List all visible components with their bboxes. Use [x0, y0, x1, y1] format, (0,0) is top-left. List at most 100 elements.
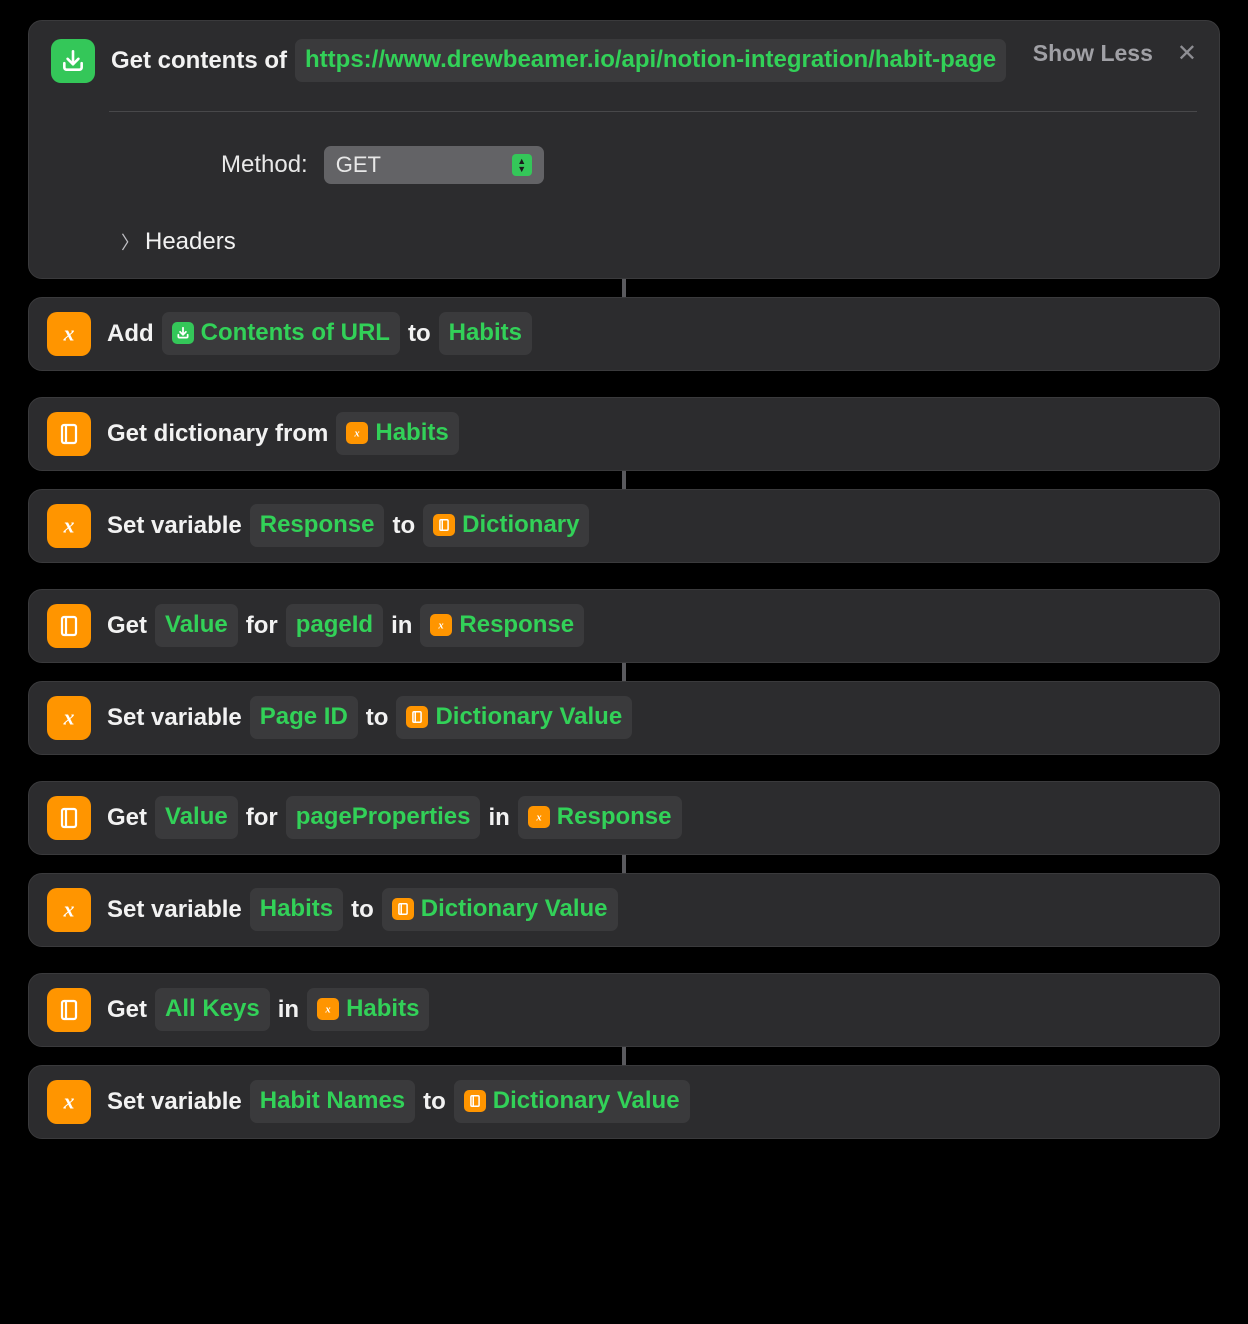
dictionary-value-token[interactable]: Dictionary Value: [382, 888, 618, 931]
method-select[interactable]: GET ▲▼: [324, 146, 544, 184]
action-title: Get All Keys in x Habits: [107, 988, 1201, 1031]
response-token[interactable]: x Response: [420, 604, 584, 647]
action-prefix-text: Set variable: [107, 508, 242, 544]
action-title: Set variable Response to Dictionary: [107, 504, 1201, 547]
word-in: in: [391, 608, 412, 644]
svg-text:x: x: [438, 621, 444, 632]
show-less-button[interactable]: Show Less: [1033, 40, 1153, 67]
response-token[interactable]: Response: [250, 504, 385, 547]
action-prefix-text: Set variable: [107, 700, 242, 736]
connector: [28, 1047, 1220, 1065]
dictionary-icon: [464, 1090, 486, 1112]
word-to: to: [423, 1084, 446, 1120]
habits-token[interactable]: x Habits: [307, 988, 429, 1031]
action-set-variable-habit-names[interactable]: x Set variable Habit Names to Dictionary…: [28, 1065, 1220, 1139]
dictionary-icon: [406, 706, 428, 728]
word-in: in: [488, 800, 509, 836]
habit-names-token[interactable]: Habit Names: [250, 1080, 415, 1123]
word-for: for: [246, 608, 278, 644]
download-icon: [172, 322, 194, 344]
word-in: in: [278, 992, 299, 1028]
word-for: for: [246, 800, 278, 836]
url-token[interactable]: https://www.drewbeamer.io/api/notion-int…: [295, 39, 1006, 82]
method-row: Method: GET ▲▼: [221, 146, 1197, 184]
action-header-row: Get contents of https://www.drewbeamer.i…: [51, 39, 1197, 83]
variable-x-icon: x: [47, 888, 91, 932]
svg-text:x: x: [63, 322, 75, 346]
chevron-up-down-icon: ▲▼: [512, 154, 532, 176]
variable-x-icon: x: [430, 614, 452, 636]
svg-text:x: x: [324, 1005, 330, 1016]
contents-of-url-token[interactable]: Contents of URL: [162, 312, 400, 355]
card-controls: Show Less ✕: [1033, 39, 1197, 68]
dictionary-value-token[interactable]: Dictionary Value: [396, 696, 632, 739]
headers-expander[interactable]: 〉 Headers: [121, 228, 1197, 256]
svg-text:x: x: [535, 813, 541, 824]
pageproperties-token[interactable]: pageProperties: [286, 796, 481, 839]
action-add-to-variable[interactable]: x Add Contents of URL to Habits: [28, 297, 1220, 371]
variable-x-icon: x: [47, 1080, 91, 1124]
habits-token[interactable]: Habits: [439, 312, 532, 355]
action-title: Get dictionary from x Habits: [107, 412, 1201, 455]
dictionary-token[interactable]: Dictionary: [423, 504, 589, 547]
dictionary-icon: [433, 514, 455, 536]
word-to: to: [366, 700, 389, 736]
svg-text:x: x: [63, 514, 75, 538]
action-title: Set variable Page ID to Dictionary Value: [107, 696, 1201, 739]
action-get-contents-of-url[interactable]: Get contents of https://www.drewbeamer.i…: [28, 20, 1220, 279]
dictionary-icon: [47, 604, 91, 648]
action-title: Get Value for pageId in x Response: [107, 604, 1201, 647]
dictionary-value-token[interactable]: Dictionary Value: [454, 1080, 690, 1123]
action-set-variable-habits[interactable]: x Set variable Habits to Dictionary Valu…: [28, 873, 1220, 947]
word-get: Get: [107, 608, 147, 644]
variable-x-icon: x: [47, 696, 91, 740]
word-to: to: [408, 316, 431, 352]
connector: [28, 855, 1220, 873]
action-get-dictionary[interactable]: Get dictionary from x Habits: [28, 397, 1220, 471]
action-prefix-text: Set variable: [107, 892, 242, 928]
variable-x-icon: x: [317, 998, 339, 1020]
habits-token[interactable]: x Habits: [336, 412, 458, 455]
habits-token[interactable]: Habits: [250, 888, 343, 931]
action-get-all-keys[interactable]: Get All Keys in x Habits: [28, 973, 1220, 1047]
action-title: Get Value for pageProperties in x Respon…: [107, 796, 1201, 839]
action-get-value-pageproperties[interactable]: Get Value for pageProperties in x Respon…: [28, 781, 1220, 855]
pageid-token[interactable]: pageId: [286, 604, 383, 647]
action-title: Set variable Habit Names to Dictionary V…: [107, 1080, 1201, 1123]
svg-text:x: x: [63, 706, 75, 730]
svg-text:x: x: [63, 898, 75, 922]
word-to: to: [351, 892, 374, 928]
action-title: Set variable Habits to Dictionary Value: [107, 888, 1201, 931]
dictionary-icon: [392, 898, 414, 920]
variable-x-icon: x: [47, 312, 91, 356]
dictionary-icon: [47, 796, 91, 840]
action-set-variable-pageid[interactable]: x Set variable Page ID to Dictionary Val…: [28, 681, 1220, 755]
action-prefix-text: Get dictionary from: [107, 416, 328, 452]
variable-x-icon: x: [528, 806, 550, 828]
variable-x-icon: x: [346, 422, 368, 444]
action-get-value-pageid[interactable]: Get Value for pageId in x Response: [28, 589, 1220, 663]
action-title: Get contents of https://www.drewbeamer.i…: [111, 39, 1017, 82]
all-keys-token[interactable]: All Keys: [155, 988, 270, 1031]
connector: [28, 471, 1220, 489]
close-icon[interactable]: ✕: [1177, 39, 1197, 68]
svg-text:x: x: [354, 429, 360, 440]
value-token[interactable]: Value: [155, 604, 238, 647]
response-token[interactable]: x Response: [518, 796, 682, 839]
action-prefix-text: Get contents of: [111, 43, 287, 79]
variable-x-icon: x: [47, 504, 91, 548]
connector: [28, 279, 1220, 297]
word-get: Get: [107, 800, 147, 836]
action-title: Add Contents of URL to Habits: [107, 312, 1201, 355]
dictionary-icon: [47, 988, 91, 1032]
divider: [109, 111, 1197, 112]
method-label: Method:: [221, 151, 308, 179]
action-prefix-text: Set variable: [107, 1084, 242, 1120]
download-icon: [51, 39, 95, 83]
word-add: Add: [107, 316, 154, 352]
value-token[interactable]: Value: [155, 796, 238, 839]
pageid-token[interactable]: Page ID: [250, 696, 358, 739]
connector: [28, 663, 1220, 681]
chevron-right-icon: 〉: [121, 229, 139, 255]
action-set-variable-response[interactable]: x Set variable Response to Dictionary: [28, 489, 1220, 563]
